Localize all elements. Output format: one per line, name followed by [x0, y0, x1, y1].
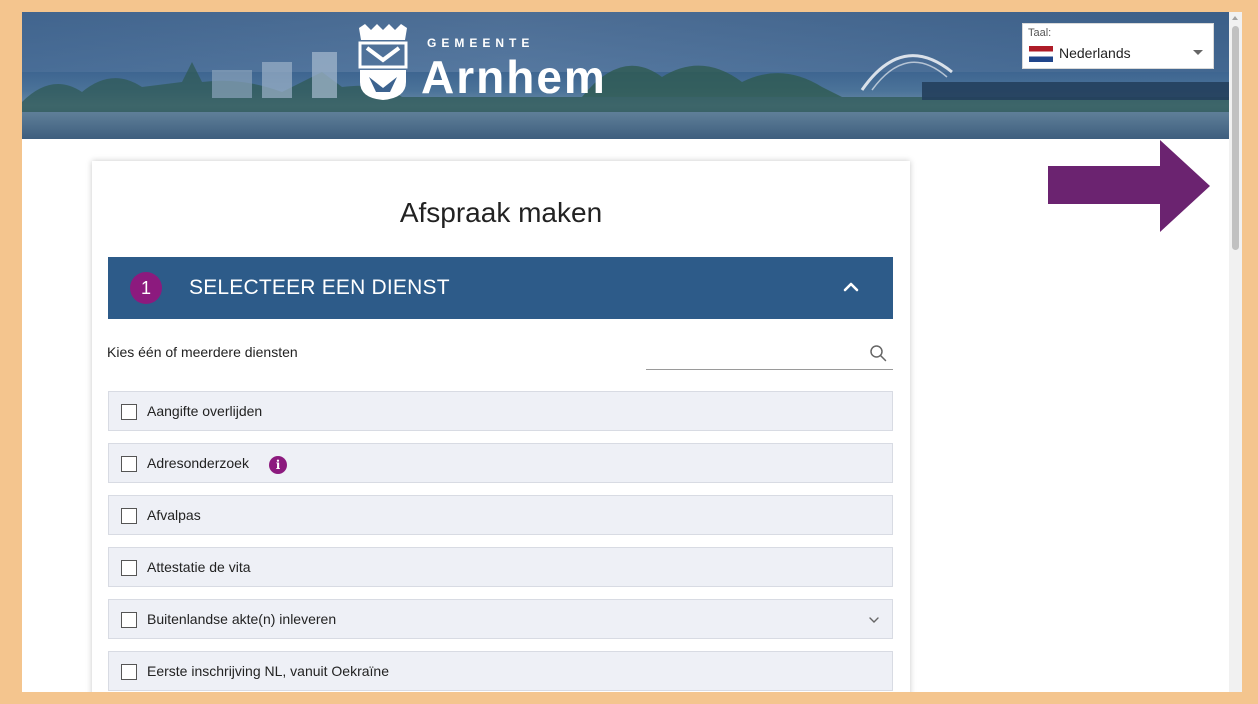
service-item[interactable]: Attestatie de vita — [108, 547, 893, 587]
service-item[interactable]: Aangifte overlijden — [108, 391, 893, 431]
banner-river — [22, 112, 1229, 139]
service-label: Aangifte overlijden — [147, 403, 263, 419]
arnhem-coat-of-arms-icon — [358, 24, 408, 100]
header-banner: GEMEENTE Arnhem Taal: Nederlands — [22, 12, 1229, 139]
chevron-up-icon[interactable] — [843, 279, 859, 295]
service-item[interactable]: Adresonderzoek i — [108, 443, 893, 483]
appointment-card: Afspraak maken 1 SELECTEER EEN DIENST Ki… — [92, 161, 910, 692]
service-search-input[interactable] — [646, 337, 893, 370]
scroll-up-icon[interactable] — [1232, 16, 1238, 20]
page-scrollbar[interactable] — [1229, 12, 1242, 692]
service-label: Afvalpas — [147, 507, 201, 523]
netherlands-flag-icon — [1029, 46, 1053, 62]
page-title: Afspraak maken — [399, 197, 603, 228]
service-label: Buitenlandse akte(n) inleveren — [147, 611, 337, 627]
scrollbar-thumb[interactable] — [1232, 26, 1239, 250]
service-checkbox[interactable] — [121, 560, 137, 576]
arrow-right-icon — [1048, 140, 1210, 232]
service-item[interactable]: Afvalpas — [108, 495, 893, 535]
service-label: Eerste inschrijving NL, vanuit Oekraïne — [147, 663, 389, 679]
chevron-down-icon[interactable] — [868, 614, 880, 626]
service-checkbox[interactable] — [121, 508, 137, 524]
language-label: Taal: — [1028, 27, 1052, 39]
service-label: Attestatie de vita — [147, 559, 251, 575]
search-icon[interactable] — [869, 344, 887, 362]
step-title: SELECTEER EEN DIENST — [189, 276, 450, 299]
service-checkbox[interactable] — [121, 456, 137, 472]
logo-title: Arnhem — [421, 51, 607, 103]
chevron-down-icon — [1193, 50, 1203, 55]
language-value: Nederlands — [1059, 45, 1131, 61]
service-checkbox[interactable] — [121, 404, 137, 420]
gemeente-arnhem-logo[interactable]: GEMEENTE Arnhem — [355, 22, 655, 112]
info-icon[interactable]: i — [269, 456, 287, 474]
language-select[interactable]: Taal: Nederlands — [1022, 23, 1214, 69]
services-instruction: Kies één of meerdere diensten — [107, 344, 298, 360]
service-list: Aangifte overlijden Adresonderzoek i Afv… — [108, 391, 893, 692]
service-checkbox[interactable] — [121, 612, 137, 628]
service-item[interactable]: Buitenlandse akte(n) inleveren — [108, 599, 893, 639]
logo-subtitle: GEMEENTE — [427, 36, 535, 50]
step-1-header[interactable]: 1 SELECTEER EEN DIENST — [108, 257, 893, 319]
service-item[interactable]: Eerste inschrijving NL, vanuit Oekraïne — [108, 651, 893, 691]
browser-viewport: GEMEENTE Arnhem Taal: Nederlands Afspraa… — [22, 12, 1242, 692]
service-checkbox[interactable] — [121, 664, 137, 680]
service-label: Adresonderzoek — [147, 455, 249, 471]
step-number-badge: 1 — [130, 272, 162, 304]
